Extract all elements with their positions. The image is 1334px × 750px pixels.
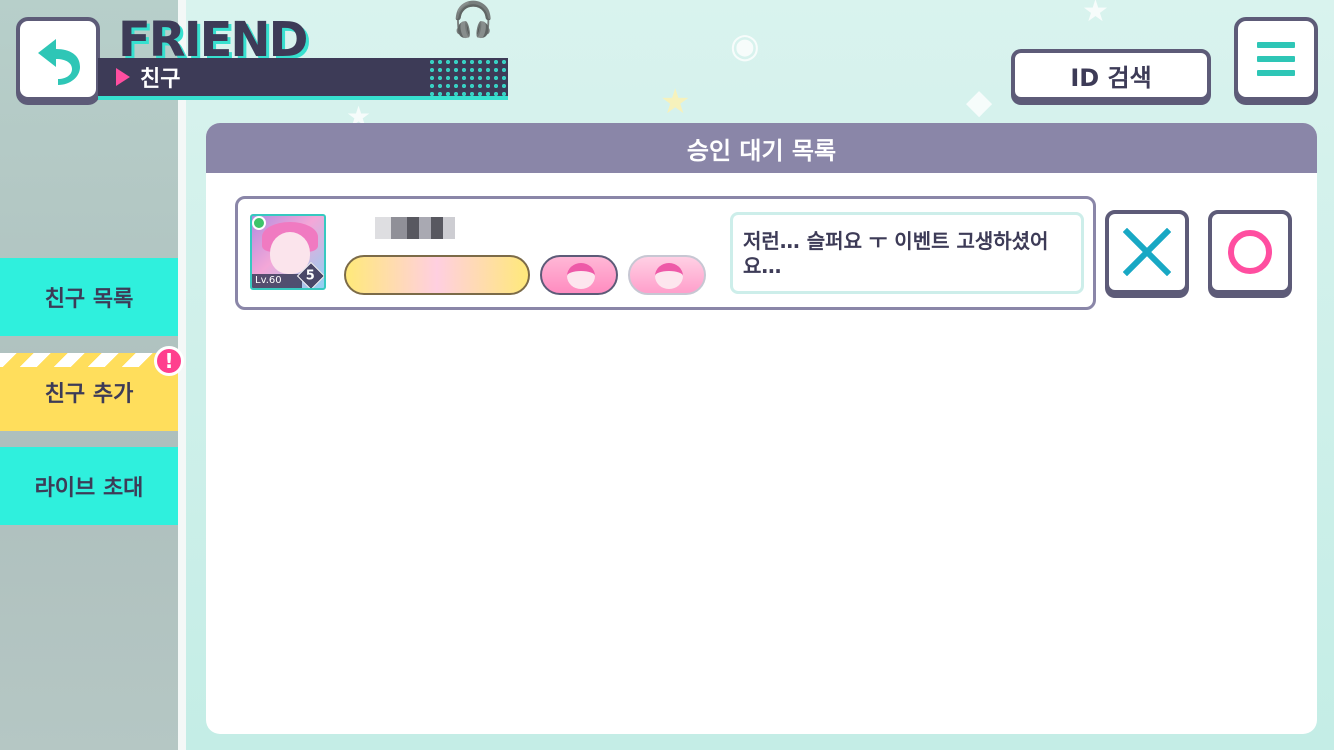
- hamburger-icon: [1257, 42, 1295, 48]
- hamburger-icon: [1257, 70, 1295, 76]
- page-title-bar: 친구: [98, 58, 508, 100]
- menu-button[interactable]: [1234, 17, 1318, 101]
- character-face: [655, 263, 683, 289]
- tab-label: 친구 추가: [44, 382, 134, 407]
- hamburger-icon: [1257, 56, 1295, 62]
- cross-icon: [1123, 228, 1171, 276]
- avatar[interactable]: Lv.60 5: [250, 214, 326, 290]
- tab-friend-list[interactable]: 친구 목록: [0, 258, 178, 336]
- player-name-censored: [375, 217, 455, 239]
- character-face: [567, 263, 595, 289]
- tab-label: 친구 목록: [44, 287, 134, 312]
- friend-request-card: Lv.60 5 저런… 슬퍼요 ㅜ 이벤트 고생하셨어요…: [235, 196, 1096, 310]
- alert-badge: !: [154, 346, 184, 376]
- rank-value: 5: [306, 268, 316, 284]
- character-badge: [628, 255, 706, 295]
- play-triangle-icon: [116, 68, 130, 86]
- tab-friend-add[interactable]: 친구 추가: [0, 353, 178, 431]
- level-label: Lv.60: [252, 274, 302, 288]
- back-button[interactable]: [16, 17, 100, 101]
- back-arrow-icon: [38, 39, 80, 85]
- active-stripe: [0, 353, 178, 367]
- circle-icon: [1228, 230, 1272, 274]
- tab-label: 라이브 초대: [34, 476, 144, 501]
- friend-message: 저런… 슬퍼요 ㅜ 이벤트 고생하셨어요…: [730, 212, 1084, 294]
- id-search-button[interactable]: ID 검색: [1011, 49, 1211, 101]
- page-title-ko: 친구: [140, 67, 181, 92]
- character-badge: [540, 255, 618, 295]
- star-icon: ★: [1082, 0, 1109, 29]
- diamond-icon: ◆: [966, 82, 993, 122]
- panel-title: 승인 대기 목록: [206, 123, 1317, 173]
- leaf-icon: [252, 216, 266, 230]
- star-icon: ★: [660, 82, 691, 122]
- disc-icon: ◉: [730, 26, 760, 66]
- halftone-decoration: [428, 58, 508, 100]
- title-plate-badge: [344, 255, 530, 295]
- sidebar-divider: [178, 0, 186, 750]
- tab-live-invite[interactable]: 라이브 초대: [0, 447, 178, 525]
- reject-button[interactable]: [1105, 210, 1189, 294]
- accept-button[interactable]: [1208, 210, 1292, 294]
- headphones-icon: 🎧: [452, 0, 495, 40]
